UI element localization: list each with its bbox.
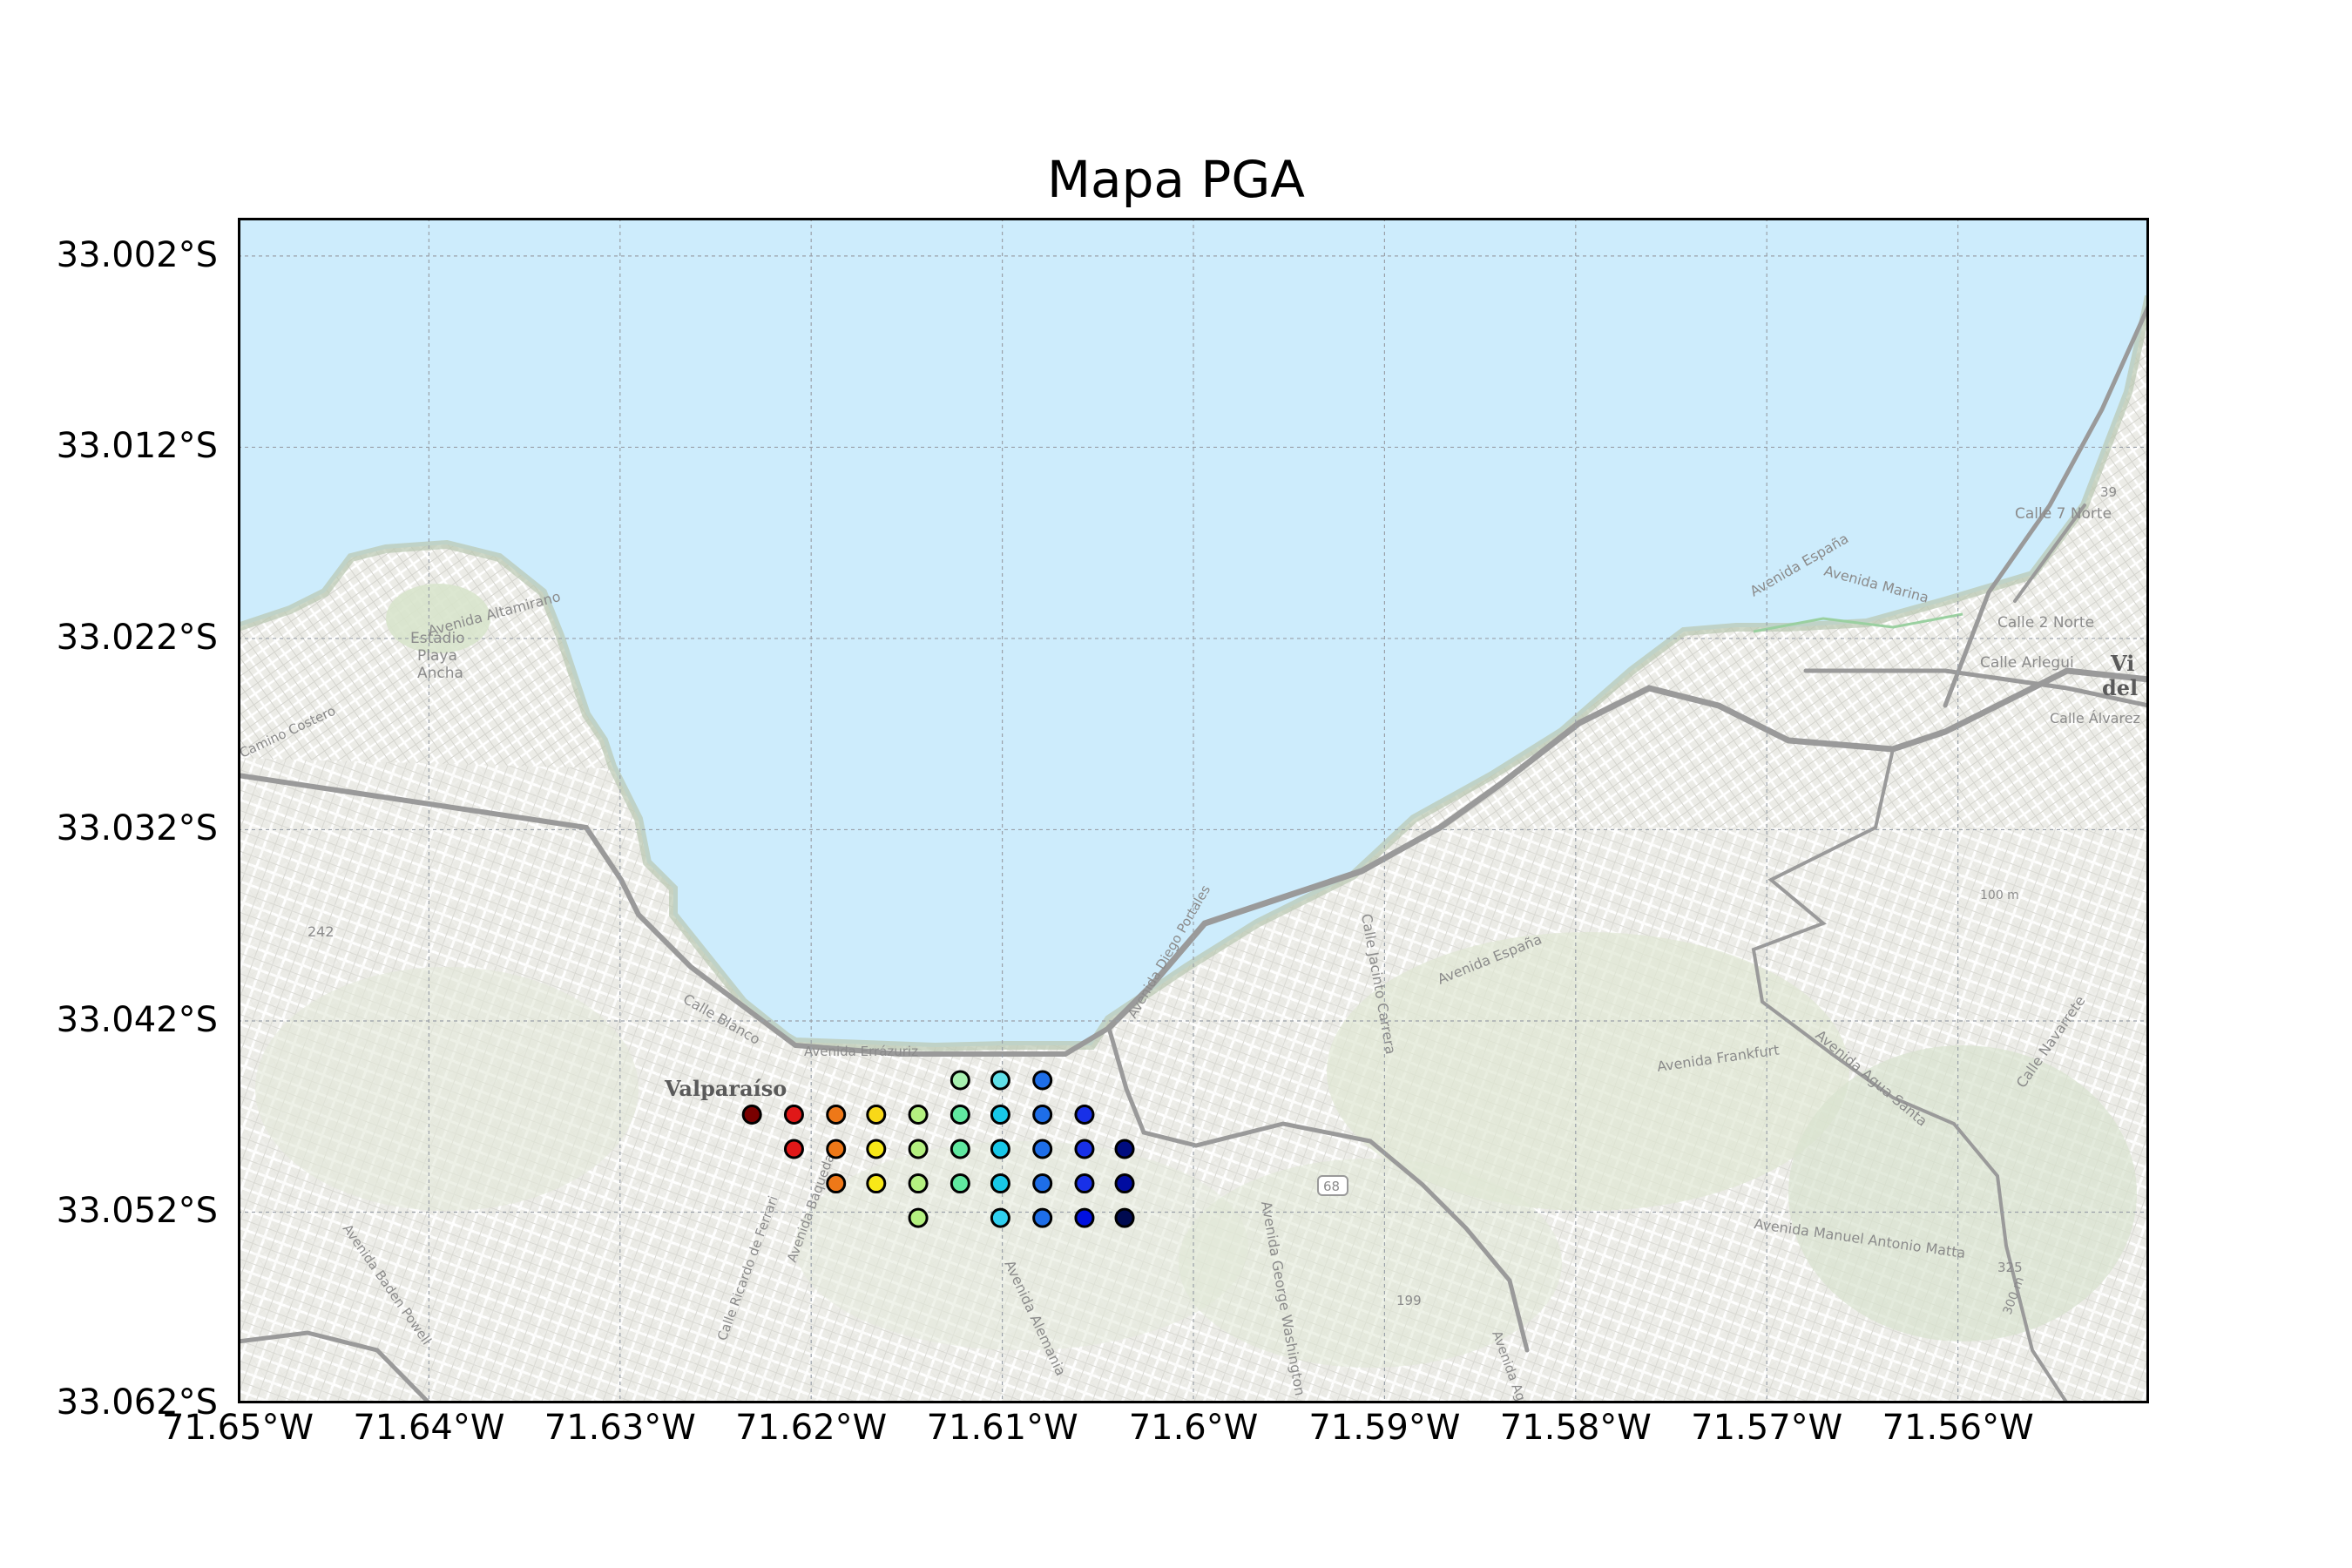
- x-tick-label: 71.65°W: [161, 1408, 314, 1448]
- pga-point-4: [783, 1105, 804, 1125]
- x-tick-label: 71.6°W: [1128, 1408, 1259, 1448]
- street-label: Calle Álvarez: [2050, 710, 2140, 727]
- pga-point-22: [866, 1173, 887, 1194]
- pga-point-27: [1074, 1173, 1095, 1194]
- pga-point-2: [1032, 1070, 1053, 1091]
- city-label: Valparaíso: [664, 1076, 787, 1101]
- pga-point-0: [950, 1070, 970, 1091]
- x-tick-label: 71.59°W: [1308, 1408, 1461, 1448]
- pga-point-32: [1074, 1207, 1095, 1228]
- x-tick-label: 71.58°W: [1499, 1408, 1652, 1448]
- pga-point-5: [826, 1105, 847, 1125]
- pga-point-1: [990, 1070, 1010, 1091]
- x-tick-label: 71.57°W: [1691, 1408, 1843, 1448]
- elevation-label: 199: [1396, 1293, 1422, 1308]
- partial-city-label: del: [2102, 675, 2138, 700]
- elevation-label: 242: [308, 923, 335, 940]
- x-tick-label: 71.56°W: [1882, 1408, 2034, 1448]
- x-tick-label: 71.62°W: [735, 1408, 888, 1448]
- pga-point-18: [1032, 1139, 1053, 1159]
- elevation-label: 39: [2100, 484, 2117, 500]
- x-tick-label: 71.61°W: [926, 1408, 1078, 1448]
- y-tick-label: 33.002°S: [56, 234, 218, 275]
- elevation-label: 100 m: [1980, 889, 2019, 902]
- street-label: Avenida Errázuriz: [804, 1044, 918, 1059]
- y-tick-label: 33.042°S: [56, 999, 218, 1040]
- street-label: Calle 7 Norte: [2015, 505, 2112, 523]
- x-tick-label: 71.64°W: [353, 1408, 505, 1448]
- pga-point-7: [908, 1105, 929, 1125]
- pga-point-28: [1114, 1173, 1135, 1194]
- stadium-label: Playa: [417, 647, 457, 665]
- pga-point-30: [990, 1207, 1010, 1228]
- pga-point-20: [1114, 1139, 1135, 1159]
- pga-point-29: [908, 1207, 929, 1228]
- pga-point-10: [1032, 1105, 1053, 1125]
- pga-point-14: [866, 1139, 887, 1159]
- partial-city-label: Vi: [2110, 651, 2134, 676]
- pga-point-11: [1074, 1105, 1095, 1125]
- elevation-label: 325: [1997, 1260, 2023, 1275]
- pga-point-24: [950, 1173, 970, 1194]
- y-tick-label: 33.012°S: [56, 426, 218, 467]
- pga-point-23: [908, 1173, 929, 1194]
- pga-point-33: [1114, 1207, 1135, 1228]
- pga-point-6: [866, 1105, 887, 1125]
- pga-point-21: [826, 1173, 847, 1194]
- stadium-label: Ancha: [417, 665, 463, 682]
- street-label: Calle Arlegui: [1980, 654, 2074, 672]
- pga-point-8: [950, 1105, 970, 1125]
- figure: Mapa PGA Avenida Altamirano Estadio Play…: [0, 0, 2352, 1568]
- pga-point-3: [741, 1105, 762, 1125]
- x-tick-label: 71.63°W: [544, 1408, 696, 1448]
- pga-point-13: [826, 1139, 847, 1159]
- pga-point-9: [990, 1105, 1010, 1125]
- pga-point-26: [1032, 1173, 1053, 1194]
- route-shield-label: 68: [1323, 1179, 1340, 1194]
- pga-point-15: [908, 1139, 929, 1159]
- chart-title: Mapa PGA: [1047, 150, 1305, 209]
- pga-point-25: [990, 1173, 1010, 1194]
- pga-point-19: [1074, 1139, 1095, 1159]
- pga-point-31: [1032, 1207, 1053, 1228]
- pga-point-12: [783, 1139, 804, 1159]
- y-tick-label: 33.052°S: [56, 1191, 218, 1232]
- pga-point-17: [990, 1139, 1010, 1159]
- y-tick-label: 33.032°S: [56, 808, 218, 849]
- pga-point-16: [950, 1139, 970, 1159]
- map-plot-area: Avenida Altamirano Estadio Playa Ancha C…: [238, 218, 2149, 1403]
- street-label: Calle 2 Norte: [1997, 614, 2094, 632]
- y-tick-label: 33.022°S: [56, 617, 218, 658]
